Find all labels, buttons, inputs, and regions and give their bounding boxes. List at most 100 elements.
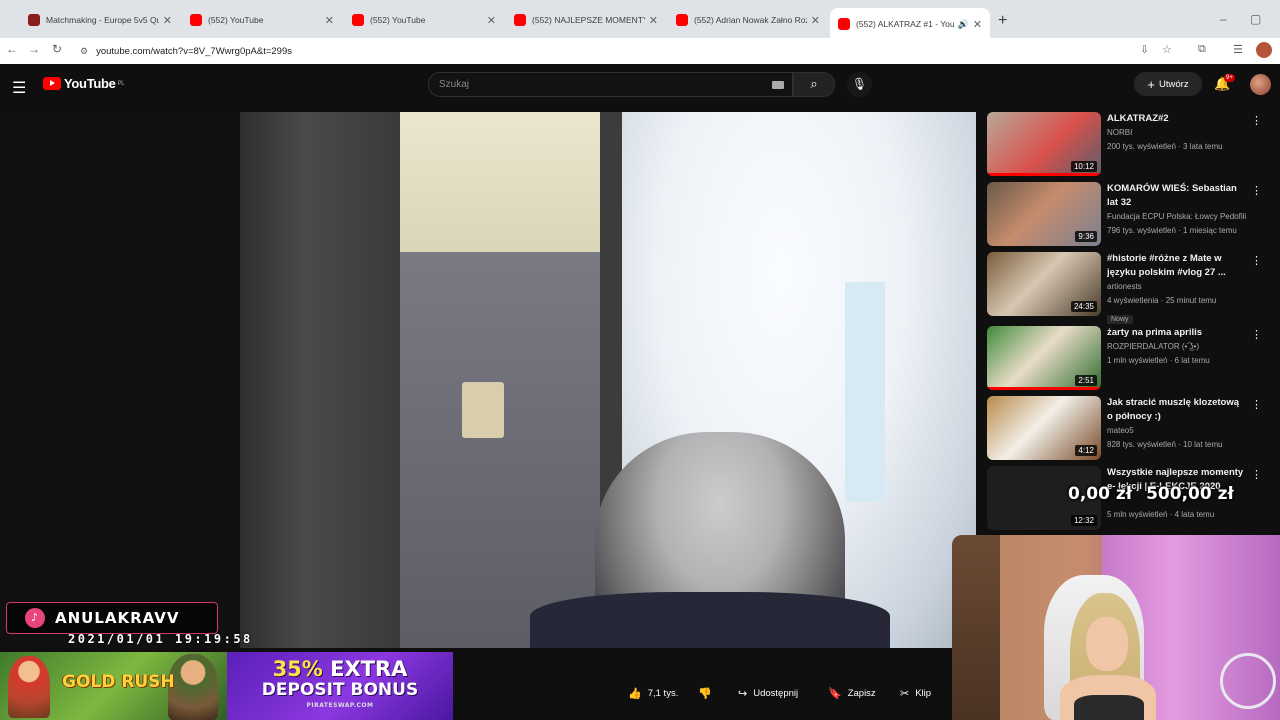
more-options-icon[interactable]: ⋮	[1251, 114, 1262, 127]
webcam-fan	[1220, 653, 1276, 709]
menu-icon[interactable]: ☰	[12, 78, 26, 98]
tab-title: (552) YouTube	[208, 15, 264, 25]
more-options-icon[interactable]: ⋮	[1251, 468, 1262, 481]
video-thumbnail[interactable]: 9:36	[987, 182, 1101, 246]
bookmark-star-icon[interactable]: ☆	[1162, 43, 1172, 56]
tiktok-handle-overlay: ♪ ANULAKRAVV	[6, 602, 218, 634]
recommended-video[interactable]: 4:12 Jak stracić muszlę klozetową o półn…	[987, 396, 1262, 460]
recommended-video[interactable]: 24:35 #historie #różne z Mate w języku p…	[987, 252, 1262, 324]
channel-name[interactable]: NORBI	[1107, 126, 1247, 140]
address-bar[interactable]: ⚙ youtube.com/watch?v=8V_7Wwrg0pA&t=299s	[80, 40, 1130, 62]
ad-headline: 35% EXTRA	[227, 657, 453, 681]
channel-name[interactable]: artionests	[1107, 280, 1247, 294]
account-avatar[interactable]	[1250, 74, 1271, 95]
browser-profile-avatar[interactable]	[1256, 42, 1272, 58]
thumbs-down-icon: 👎	[698, 687, 712, 700]
ad-percent: 35%	[272, 657, 323, 681]
video-title[interactable]: żarty na prima aprilis	[1107, 326, 1247, 340]
youtube-favicon-icon	[676, 14, 688, 26]
more-options-icon[interactable]: ⋮	[1251, 184, 1262, 197]
more-options-icon[interactable]: ⋮	[1251, 328, 1262, 341]
close-icon[interactable]: ✕	[163, 14, 172, 27]
reading-list-icon[interactable]: ☰	[1233, 43, 1243, 56]
wall-upper	[400, 112, 620, 252]
site-info-icon[interactable]: ⚙	[80, 46, 88, 57]
clip-button[interactable]: ✂ Klip	[900, 682, 931, 704]
maximize-icon[interactable]: ▢	[1250, 12, 1261, 26]
recommended-video[interactable]: 2:51 żarty na prima aprilis ROZPIERDALAT…	[987, 326, 1262, 390]
search-button[interactable]: ⌕	[793, 72, 835, 97]
reload-icon[interactable]: ↻	[52, 42, 62, 56]
browser-toolbar: ← → ↻ ⚙ youtube.com/watch?v=8V_7Wwrg0pA&…	[0, 38, 1280, 64]
new-badge: Nowy	[1107, 315, 1133, 324]
save-button[interactable]: 🔖 Zapisz	[828, 682, 876, 704]
voice-search-button[interactable]: 🎙	[847, 72, 872, 97]
notification-badge: 9+	[1224, 74, 1235, 82]
like-count: 7,1 tys.	[647, 687, 679, 699]
save-label: Zapisz	[847, 687, 876, 699]
video-title[interactable]: Jak stracić muszlę klozetową o północy :…	[1107, 396, 1247, 424]
search-input[interactable]: Szukaj	[428, 72, 793, 97]
thumbs-up-icon: 👍	[628, 687, 642, 700]
video-title[interactable]: ALKATRAZ#2	[1107, 112, 1247, 126]
keyboard-icon[interactable]	[772, 81, 784, 89]
light-switch	[462, 382, 504, 438]
youtube-play-icon	[43, 77, 61, 90]
close-icon[interactable]: ✕	[325, 14, 334, 27]
ad-subheadline: DEPOSIT BONUS	[261, 680, 419, 700]
video-title[interactable]: #historie #różne z Mate w języku polskim…	[1107, 252, 1247, 280]
video-thumbnail[interactable]: 2:51	[987, 326, 1101, 390]
video-meta: 5 mln wyświetleń · 4 lata temu	[1107, 510, 1215, 519]
ad-extra: EXTRA	[330, 657, 408, 681]
video-meta: 4 wyświetlenia · 25 minut temu	[1107, 296, 1217, 305]
tab-title: (552) Adrian Nowak Załno Roz	[694, 15, 807, 25]
channel-name[interactable]: mateo5	[1107, 424, 1247, 438]
share-button[interactable]: ↪ Udostępnij	[738, 682, 798, 704]
ad-banner[interactable]: GOLD RUSH 35% EXTRA DEPOSIT BONUS PIRATE…	[0, 652, 453, 720]
video-duration: 10:12	[1070, 161, 1097, 172]
video-duration: 12:32	[1070, 515, 1097, 526]
extensions-icon[interactable]: ⧉	[1198, 43, 1206, 56]
door-shadow	[240, 112, 400, 648]
video-player[interactable]	[0, 112, 976, 648]
channel-name[interactable]: Fundacja ECPU Polska: Łowcy Pedofili	[1107, 210, 1247, 224]
close-icon[interactable]: ✕	[973, 18, 982, 31]
close-icon[interactable]: ✕	[487, 14, 496, 27]
speaker-icon[interactable]: 🔊	[958, 19, 969, 30]
dislike-button[interactable]: 👎	[698, 682, 712, 704]
more-options-icon[interactable]: ⋮	[1251, 398, 1262, 411]
tiktok-icon: ♪	[25, 608, 45, 628]
like-button[interactable]: 👍 7,1 tys.	[628, 682, 678, 704]
tab-favicon-icon	[28, 14, 40, 26]
tiktok-handle: ANULAKRAVV	[55, 609, 180, 627]
video-thumbnail[interactable]: 10:12	[987, 112, 1101, 176]
video-meta: 828 tys. wyświetleń · 10 lat temu	[1107, 440, 1223, 449]
browser-tab[interactable]: (552) NAJLEPSZE MOMENTY Pl ✕	[506, 8, 666, 32]
minimize-icon[interactable]: –	[1220, 12, 1227, 26]
video-meta: 1 mln wyświetleń · 6 lat temu	[1107, 356, 1210, 365]
browser-tab-active[interactable]: (552) ALKATRAZ #1 - YouTu 🔊 ✕	[830, 8, 990, 40]
forward-icon[interactable]: →	[28, 42, 40, 56]
video-thumbnail[interactable]: 24:35	[987, 252, 1101, 316]
close-icon[interactable]: ✕	[649, 14, 658, 27]
browser-tab[interactable]: Matchmaking - Europe 5v5 Qu ✕	[20, 8, 180, 32]
tab-title: (552) ALKATRAZ #1 - YouTu	[856, 19, 954, 29]
back-icon[interactable]: ←	[6, 42, 18, 56]
youtube-logo[interactable]: YouTube PL	[43, 76, 125, 91]
more-options-icon[interactable]: ⋮	[1251, 254, 1262, 267]
close-icon[interactable]: ✕	[811, 14, 820, 27]
recommended-video[interactable]: 9:36 KOMARÓW WIEŚ: Sebastian lat 32 Fund…	[987, 182, 1262, 246]
create-button[interactable]: + Utwórz	[1134, 72, 1202, 96]
new-tab-icon[interactable]: +	[998, 12, 1007, 30]
window	[845, 282, 885, 502]
browser-tab[interactable]: (552) Adrian Nowak Załno Roz ✕	[668, 8, 828, 32]
region-label: PL	[117, 80, 125, 87]
browser-tab[interactable]: (552) YouTube ✕	[344, 8, 504, 32]
video-thumbnail[interactable]: 4:12	[987, 396, 1101, 460]
recommended-video[interactable]: 10:12 ALKATRAZ#2 NORBI 200 tys. wyświetl…	[987, 112, 1262, 176]
browser-tab[interactable]: (552) YouTube ✕	[182, 8, 342, 32]
channel-name[interactable]: ROZPIERDALATOR (•͡ ͜ʖ•)	[1107, 340, 1247, 354]
video-title[interactable]: KOMARÓW WIEŚ: Sebastian lat 32	[1107, 182, 1247, 210]
youtube-page: ☰ YouTube PL Szukaj ⌕ 🎙 + Utwórz 🔔 9+ ♪ …	[0, 64, 1280, 720]
install-icon[interactable]: ⇩	[1140, 43, 1149, 56]
